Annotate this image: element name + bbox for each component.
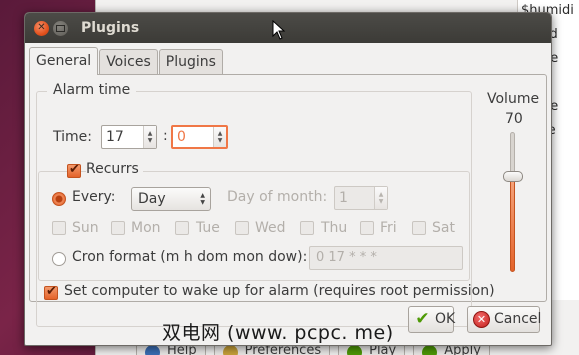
weekday-checkbox-thu[interactable]	[300, 221, 314, 235]
tab-voices[interactable]: Voices	[99, 49, 158, 75]
wake-checkbox[interactable]	[44, 284, 58, 300]
minute-value: 0	[177, 129, 186, 145]
mouse-cursor-icon	[272, 20, 286, 40]
general-tab-panel: Alarm time Time: 17 ▲▼ : 0 ▲▼ Recurrs Ev…	[29, 74, 547, 327]
dialog-title: Plugins	[81, 20, 140, 36]
help-icon	[145, 345, 160, 355]
weekday-checkbox-sat[interactable]	[412, 221, 426, 235]
weekday-label: Wed	[255, 220, 286, 236]
weekday-label: Fri	[380, 220, 397, 236]
tab-general[interactable]: General	[29, 47, 99, 75]
weekday-label: Tue	[196, 220, 220, 236]
day-of-month-label: Day of month:	[227, 189, 328, 205]
tab-plugins[interactable]: Plugins	[158, 49, 223, 75]
day-of-month-value: 1	[339, 190, 348, 206]
recurrs-checkbox[interactable]	[67, 162, 81, 178]
ok-button[interactable]: ✔ OK	[408, 306, 456, 333]
weekday-checkbox-fri[interactable]	[360, 221, 374, 235]
watermark: 双电网 (www. pcpc. me)	[162, 322, 394, 344]
wake-label: Set computer to wake up for alarm (requi…	[64, 283, 495, 299]
every-radio[interactable]	[52, 192, 66, 206]
spinner-arrows-icon[interactable]: ▲ ▼	[143, 126, 156, 148]
weekday-checkbox-tue[interactable]	[175, 221, 189, 235]
spinner-arrows-icon[interactable]: ▲ ▼	[374, 187, 387, 209]
every-combo[interactable]: Day ▲ ▼	[131, 187, 211, 211]
volume-label: Volume	[487, 91, 540, 107]
close-window-button[interactable]: ✕	[34, 20, 49, 36]
day-of-month-spinner[interactable]: 1 ▲ ▼	[334, 186, 388, 210]
plugins-dialog: ✕ Plugins General Voices Plugins Alarm t…	[24, 12, 552, 346]
cron-input[interactable]: 0 17 * * *	[309, 246, 463, 270]
every-label: Every:	[72, 189, 116, 205]
alarm-time-title: Alarm time	[47, 82, 137, 98]
minute-spinner[interactable]: 0 ▲ ▼	[171, 125, 228, 149]
every-value: Day	[138, 191, 166, 207]
weekday-label: Mon	[131, 220, 161, 236]
hour-spinner[interactable]: 17 ▲ ▼	[101, 125, 157, 149]
play-icon	[347, 345, 363, 355]
minimize-window-button[interactable]	[53, 20, 68, 36]
apply-icon	[422, 345, 438, 355]
cron-radio[interactable]	[52, 252, 66, 266]
weekday-label: Sat	[432, 220, 455, 236]
weekday-label: Sun	[72, 220, 99, 236]
title-bar[interactable]: ✕ Plugins	[25, 13, 551, 43]
cancel-button[interactable]: ✕ Cancel	[467, 306, 542, 333]
preferences-icon	[222, 345, 238, 355]
volume-value: 70	[505, 111, 523, 127]
volume-slider[interactable]	[510, 176, 515, 272]
time-label: Time:	[53, 129, 92, 145]
volume-track-upper[interactable]	[510, 132, 515, 176]
spinner-arrows-icon[interactable]: ▲ ▼	[213, 127, 226, 147]
combo-arrows-icon: ▲ ▼	[200, 192, 205, 206]
checkmark-icon: ✔	[415, 309, 430, 329]
cron-label: Cron format (m h dom mon dow):	[72, 249, 308, 265]
cancel-label: Cancel	[494, 311, 542, 327]
volume-slider-handle[interactable]	[503, 171, 523, 182]
time-separator: :	[163, 128, 168, 144]
cancel-icon: ✕	[473, 311, 490, 328]
weekday-checkbox-wed[interactable]	[235, 221, 249, 235]
weekday-checkbox-sun[interactable]	[52, 221, 66, 235]
hour-value: 17	[106, 129, 124, 145]
recurrs-label: Recurrs	[86, 161, 143, 177]
ok-label: OK	[435, 311, 456, 327]
tab-bar: General Voices Plugins	[29, 47, 224, 75]
close-icon: ✕	[37, 22, 46, 33]
weekday-label: Thu	[321, 220, 348, 236]
weekday-checkbox-mon[interactable]	[111, 221, 125, 235]
